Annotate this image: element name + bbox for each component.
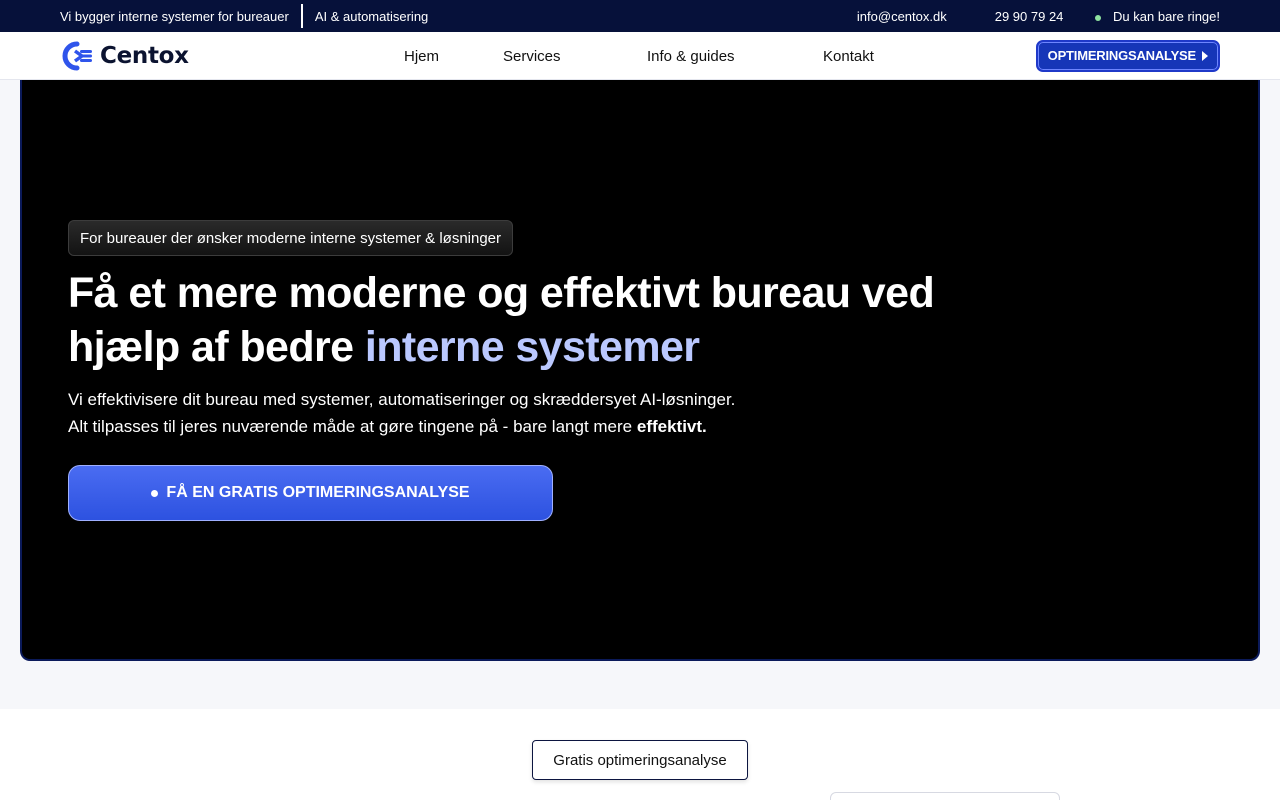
centox-logo-icon	[62, 41, 92, 70]
nav-item-hjem[interactable]: Hjem	[404, 48, 439, 65]
topbar-divider	[300, 4, 303, 28]
hero-subtext: Vi effektivisere dit bureau med systemer…	[68, 386, 735, 440]
top-announcement-bar: Vi bygger interne systemer for bureauer …	[0, 0, 1280, 32]
email-link[interactable]: info@centox.dk	[857, 9, 947, 24]
bullet-icon	[151, 489, 159, 497]
online-status-icon	[1095, 14, 1102, 21]
subtext-line-2: Alt tilpasses til jeres nuværende måde a…	[68, 413, 735, 440]
subtext-emphasis: effektivt.	[636, 417, 707, 436]
free-analysis-button[interactable]: FÅ EN GRATIS OPTIMERINGSANALYSE	[68, 465, 553, 521]
cta-top-label: OPTIMERINGSANALYSE	[1047, 48, 1197, 63]
tagline-text: Vi bygger interne systemer for bureauer	[60, 8, 289, 24]
service-text: AI & automatisering	[314, 8, 429, 24]
hero-headline: Få et mere moderne og effektivt bureau v…	[68, 266, 988, 374]
logo[interactable]: Centox	[60, 41, 189, 71]
subtext-line-1: Vi effektivisere dit bureau med systemer…	[68, 390, 736, 409]
call-note: Du kan bare ringe!	[1095, 9, 1220, 24]
hero-badge: For bureauer der ønsker moderne interne …	[68, 220, 514, 256]
nav-item-services[interactable]: Services	[503, 48, 561, 65]
logo-text: Centox	[100, 42, 189, 69]
hero-section: For bureauer der ønsker moderne interne …	[0, 80, 1280, 709]
optimization-analysis-button[interactable]: OPTIMERINGSANALYSE	[1035, 39, 1220, 72]
call-note-text: Du kan bare ringe!	[1113, 8, 1220, 24]
next-section: Gratis optimeringsanalyse	[0, 709, 1280, 800]
card-preview	[830, 792, 1060, 800]
section-pill-label: Gratis optimeringsanalyse	[532, 740, 748, 780]
phone-link[interactable]: 29 90 79 24	[995, 9, 1064, 24]
nav-item-kontakt[interactable]: Kontakt	[823, 48, 874, 65]
nav-item-info-guides[interactable]: Info & guides	[647, 48, 735, 65]
cta-main-label: FÅ EN GRATIS OPTIMERINGSANALYSE	[166, 484, 470, 501]
play-arrow-icon	[1202, 50, 1208, 61]
hero-panel: For bureauer der ønsker moderne interne …	[20, 80, 1260, 661]
subtext-line-2-text: Alt tilpasses til jeres nuværende måde a…	[68, 417, 637, 436]
main-navigation: Centox Hjem Services Info & guides Konta…	[0, 32, 1280, 80]
headline-highlight: interne systemer	[364, 323, 700, 371]
